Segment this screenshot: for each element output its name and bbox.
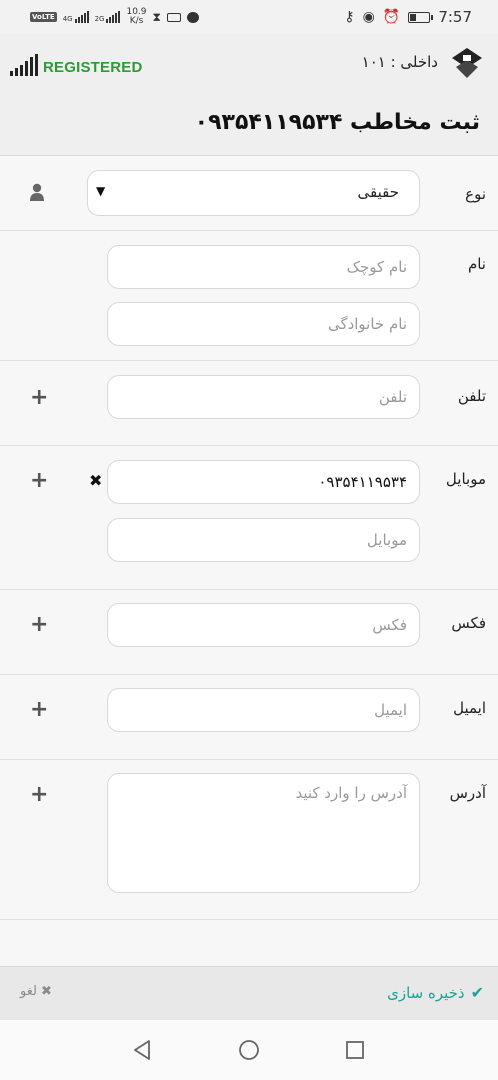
eye-icon: ◉ xyxy=(362,9,375,25)
name-row: نام xyxy=(0,231,498,361)
mobile-input[interactable] xyxy=(107,460,420,504)
hourglass-icon: ⧗ xyxy=(152,9,161,24)
add-fax-icon[interactable]: + xyxy=(30,614,48,636)
recents-icon[interactable] xyxy=(344,1039,366,1061)
cancel-button-label: لغو xyxy=(20,984,37,999)
type-label: نوع xyxy=(465,185,486,203)
registration-status: REGISTERED xyxy=(10,54,143,76)
extension-label: داخلی : ۱۰۱ xyxy=(361,53,438,71)
battery-icon xyxy=(408,11,434,23)
mobile-label: موبایل xyxy=(445,470,486,488)
network-speed: 10.9 K/s xyxy=(126,8,146,26)
phone-input[interactable] xyxy=(107,375,420,419)
person-icon xyxy=(30,183,44,201)
signal-2g-label: 2G xyxy=(94,15,105,23)
email-row: ایمیل + xyxy=(0,675,498,760)
add-phone-icon[interactable]: + xyxy=(30,387,48,409)
mobile-input-2[interactable] xyxy=(107,518,420,562)
home-icon[interactable] xyxy=(238,1039,260,1061)
sim-icon xyxy=(166,12,181,22)
save-button-label: ذخیره سازی xyxy=(387,983,465,1002)
alarm-icon: ⏰ xyxy=(382,9,401,25)
speed-unit: K/s xyxy=(129,16,144,26)
signal-4g-icon: 4G xyxy=(63,11,89,23)
signal-bars-icon xyxy=(10,54,38,76)
add-email-icon[interactable]: + xyxy=(30,699,48,721)
name-label: نام xyxy=(467,255,486,273)
fax-input[interactable] xyxy=(107,603,420,647)
system-nav-bar xyxy=(0,1020,498,1080)
status-bar: VoLTE 4G 2G 10.9 K/s ⧗ ⚷ ◉ ⏰ 7:57 xyxy=(0,0,498,34)
app-logo-icon xyxy=(452,48,482,78)
registered-label: REGISTERED xyxy=(43,59,143,76)
fax-label: فکس xyxy=(451,614,486,632)
save-button[interactable]: ✔ ذخیره سازی xyxy=(387,983,484,1002)
fax-row: فکس + xyxy=(0,590,498,675)
add-address-icon[interactable]: + xyxy=(30,784,48,806)
type-select-value: حقیقی xyxy=(357,183,399,201)
email-label: ایمیل xyxy=(453,699,486,717)
address-input[interactable] xyxy=(107,773,420,893)
mobile-row: موبایل ✖ + xyxy=(0,446,498,590)
signal-4g-label: 4G xyxy=(62,15,73,23)
check-icon: ✔ xyxy=(470,983,484,1002)
signal-2g-icon: 2G xyxy=(95,11,121,23)
phone-row: تلفن + xyxy=(0,361,498,446)
contact-form: نوع حقیقی ▼ نام تلفن + موبایل ✖ + فکس + xyxy=(0,156,498,920)
action-bar: ✔ ذخیره سازی ✖ لغو xyxy=(0,966,498,1020)
clock-time: 7:57 xyxy=(438,8,472,26)
add-mobile-icon[interactable]: + xyxy=(30,470,48,492)
address-row: آدرس + xyxy=(0,760,498,920)
chat-icon xyxy=(186,11,199,23)
email-input[interactable] xyxy=(107,688,420,732)
type-row: نوع حقیقی ▼ xyxy=(0,156,498,231)
remove-mobile-icon[interactable]: ✖ xyxy=(89,471,102,490)
first-name-input[interactable] xyxy=(107,245,420,289)
key-icon: ⚷ xyxy=(344,9,355,25)
address-label: آدرس xyxy=(449,784,486,802)
cancel-button[interactable]: ✖ لغو xyxy=(20,984,52,999)
caret-down-icon: ▼ xyxy=(96,184,106,198)
type-select[interactable]: حقیقی ▼ xyxy=(87,170,420,216)
page-title: ثبت مخاطب ۰۹۳۵۴۱۱۹۵۳۴ xyxy=(194,110,480,135)
app-header: REGISTERED داخلی : ۱۰۱ ثبت مخاطب ۰۹۳۵۴۱۱… xyxy=(0,34,498,156)
volte-badge: VoLTE xyxy=(30,12,57,22)
back-icon[interactable] xyxy=(131,1039,153,1061)
last-name-input[interactable] xyxy=(107,302,420,346)
close-icon: ✖ xyxy=(40,984,52,999)
phone-label: تلفن xyxy=(457,387,486,405)
